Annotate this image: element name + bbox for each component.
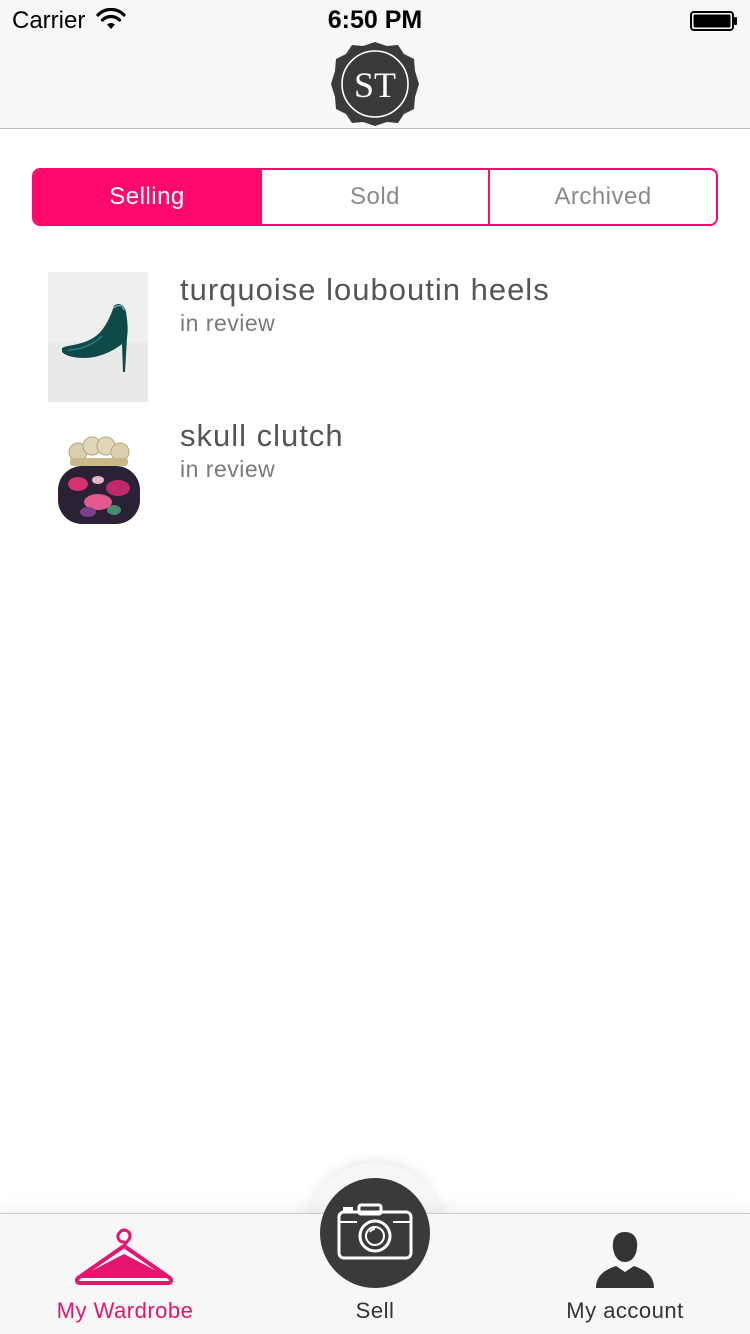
logo-text: ST	[354, 65, 396, 105]
clock: 6:50 PM	[327, 6, 423, 34]
hanger-icon	[74, 1228, 174, 1285]
navigation-bar: Carrier 6:50 PM ST	[0, 0, 750, 129]
person-icon	[596, 1232, 654, 1288]
listing-status: in review	[180, 310, 276, 336]
brand-logo: ST	[331, 42, 419, 126]
tab-my-account[interactable]: My account	[500, 1214, 750, 1334]
tab-label: My Wardrobe	[56, 1298, 194, 1323]
listing-status: in review	[180, 456, 276, 482]
skull-clutch-photo	[48, 418, 148, 548]
tab-label: My account	[566, 1298, 684, 1323]
tab-label: Sell	[355, 1298, 395, 1323]
camera-icon	[337, 1203, 413, 1260]
tab-my-wardrobe[interactable]: My Wardrobe	[0, 1214, 250, 1334]
list-item[interactable]: turquoise louboutin heels in review	[0, 260, 750, 406]
sell-camera-button[interactable]	[320, 1178, 430, 1288]
listing-title: turquoise louboutin heels	[180, 272, 550, 307]
segment-selling[interactable]: Selling	[34, 170, 260, 224]
segment-archived[interactable]: Archived	[488, 170, 716, 224]
listing-list: turquoise louboutin heels in review skul…	[0, 260, 750, 552]
teal-stiletto-photo	[48, 272, 148, 402]
listing-title: skull clutch	[180, 418, 344, 453]
segment-sold[interactable]: Sold	[260, 170, 488, 224]
list-item[interactable]: skull clutch in review	[0, 406, 750, 552]
status-bar: Carrier 6:50 PM	[0, 0, 750, 40]
battery-icon	[690, 11, 737, 31]
listing-status-segmented-control: Selling Sold Archived	[32, 168, 718, 226]
